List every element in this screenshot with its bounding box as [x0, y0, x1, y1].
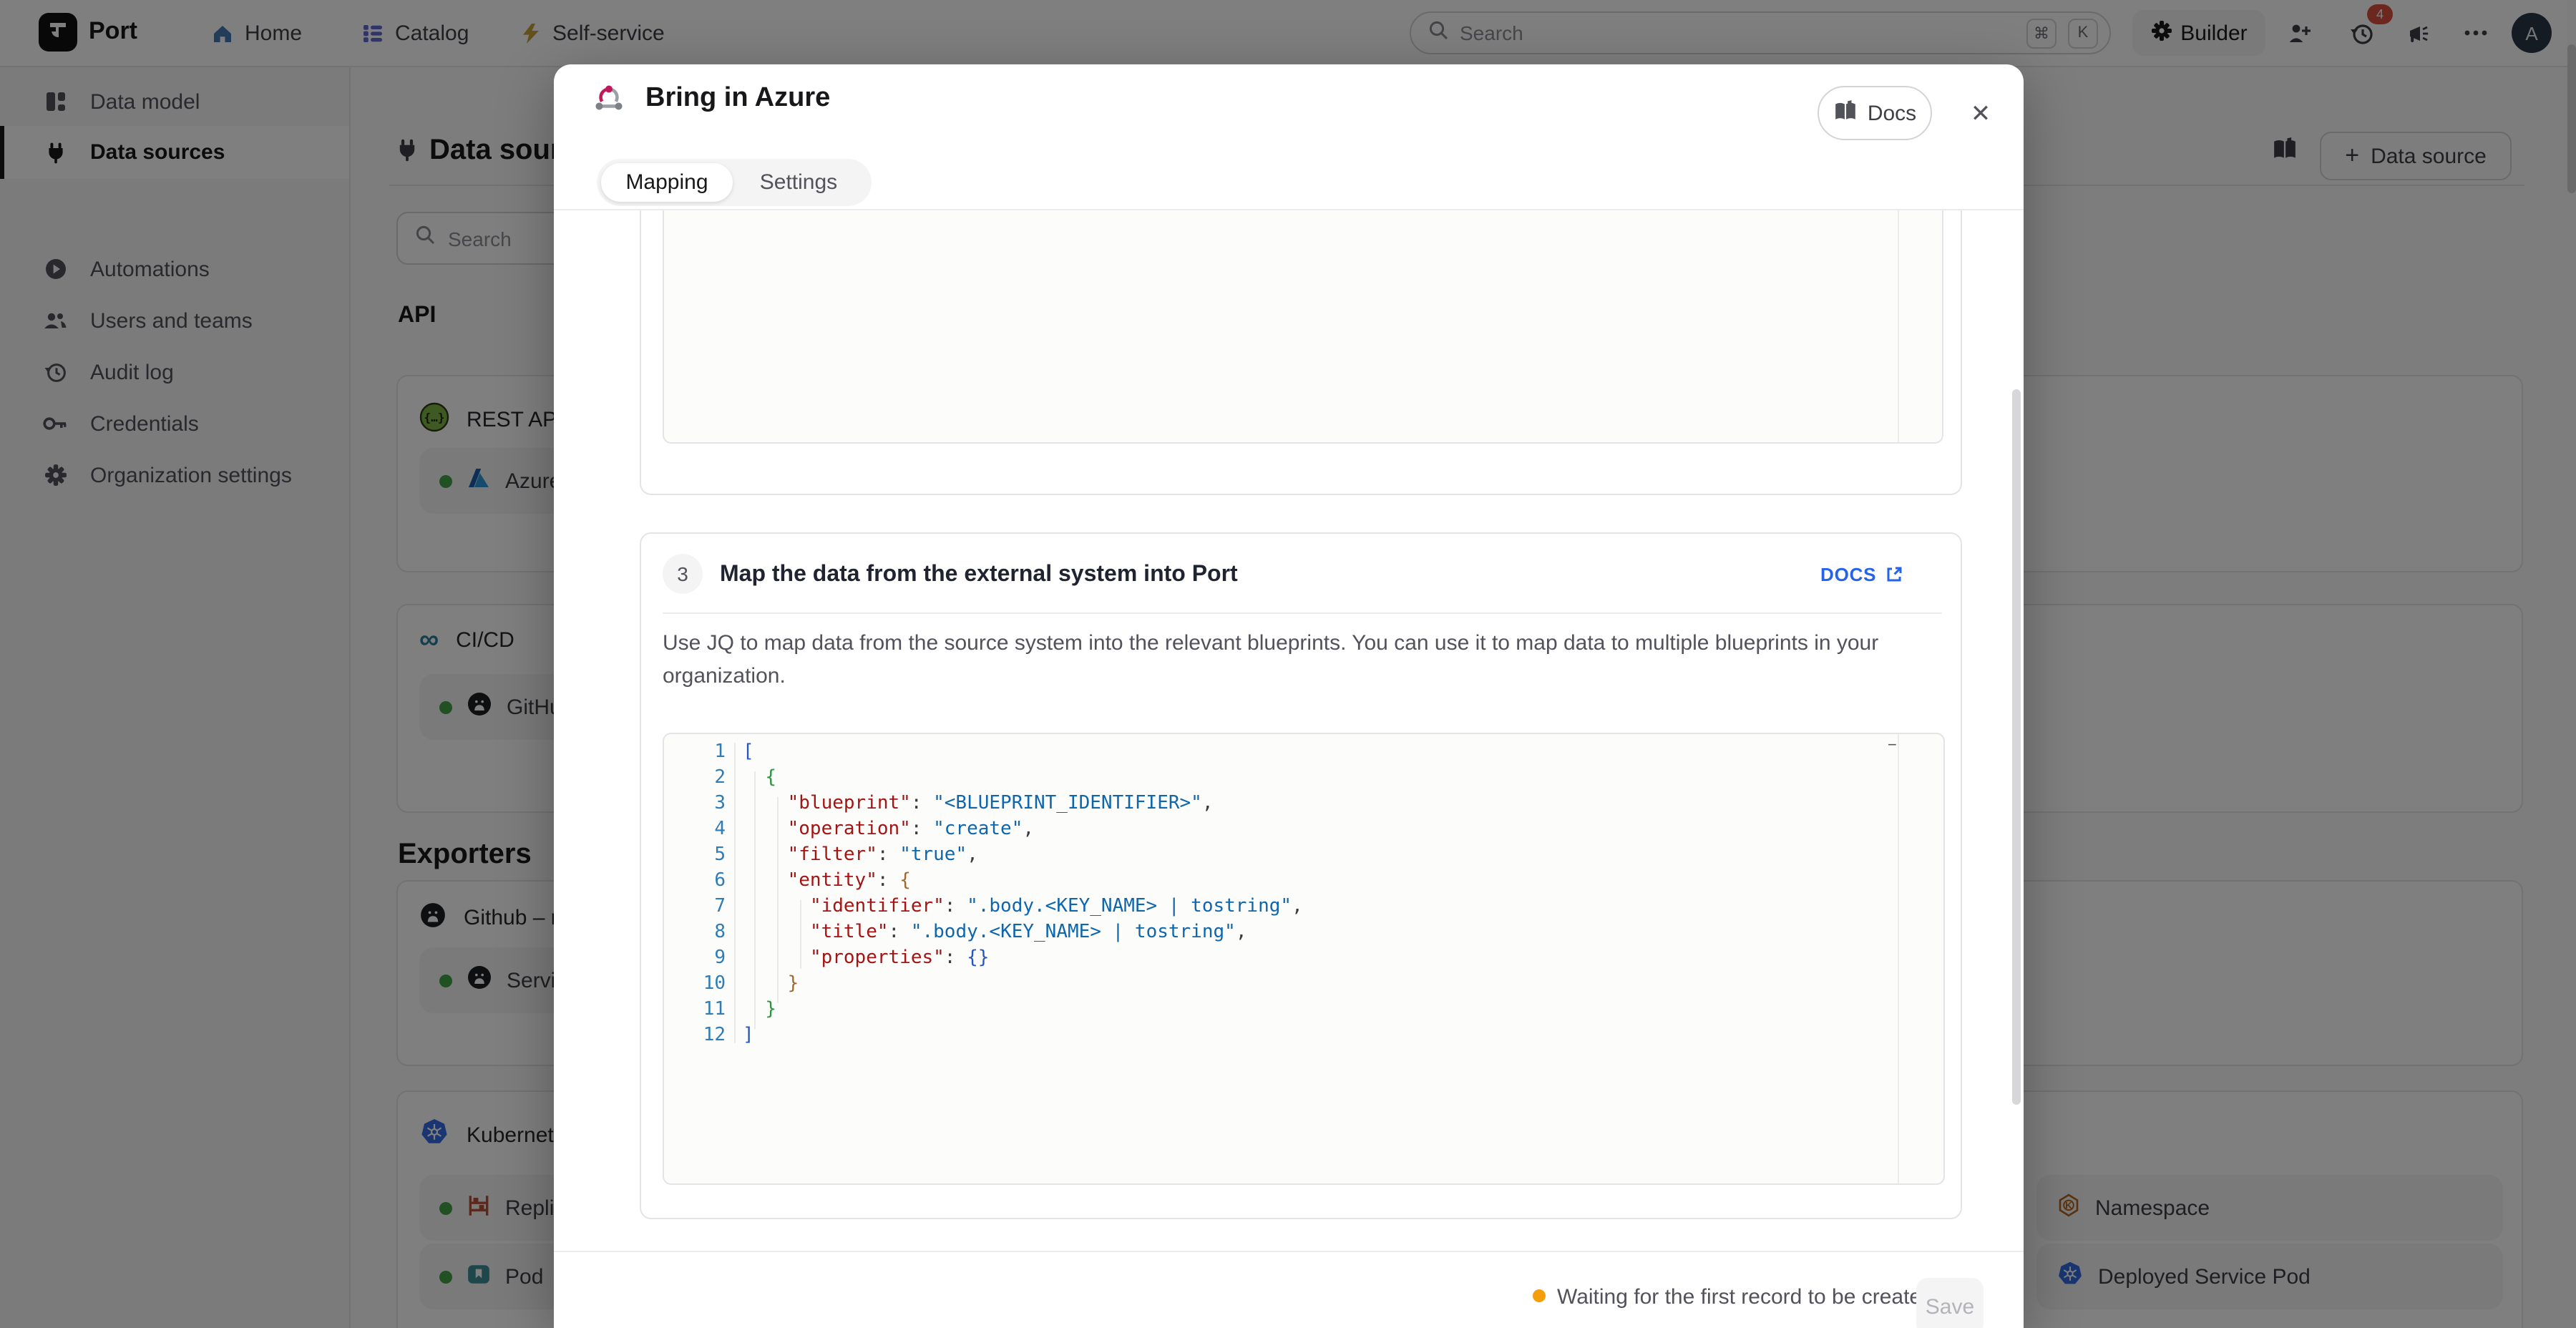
app-root: Port Home Catalog Self-service — [0, 0, 2576, 1328]
previous-step-card — [640, 210, 1962, 495]
tab-settings[interactable]: Settings — [733, 163, 864, 202]
bring-in-azure-modal: Bring in Azure Docs ✕ Mapping Settings 3… — [554, 64, 2024, 1328]
gutter-separator — [734, 743, 736, 1043]
fold-marker[interactable]: − — [1888, 737, 1897, 754]
footer-divider — [554, 1251, 2024, 1252]
step-divider — [663, 612, 1942, 614]
step-number: 3 — [663, 554, 703, 594]
webhook-icon — [591, 80, 627, 123]
step-3-card: 3 Map the data from the external system … — [640, 532, 1962, 1219]
modal-scrollbar-thumb[interactable] — [2012, 389, 2021, 1105]
status-dot-orange — [1533, 1289, 1546, 1302]
jq-editor-lines: [ { "blueprint": "<BLUEPRINT_IDENTIFIER>… — [743, 740, 1303, 1049]
editor-scroll-border — [1898, 210, 1899, 442]
footer-status-text: Waiting for the first record to be creat… — [1557, 1285, 1933, 1309]
modal-docs-button[interactable]: Docs — [1818, 86, 1932, 140]
modal-docs-label: Docs — [1868, 101, 1916, 125]
modal-title: Bring in Azure — [645, 83, 830, 114]
modal-tabs: Mapping Settings — [597, 159, 872, 206]
save-button[interactable]: Save — [1916, 1278, 1984, 1328]
step-description: Use JQ to map data from the source syste… — [663, 628, 1942, 693]
book-icon — [1833, 99, 1858, 127]
tab-mapping[interactable]: Mapping — [601, 163, 733, 202]
docs-link[interactable]: DOCS — [1820, 564, 1903, 585]
jq-mapping-editor[interactable]: 123456789101112 [ { "blueprint": "<BLUEP… — [663, 733, 1945, 1185]
external-link-icon — [1885, 565, 1903, 584]
previous-step-editor[interactable] — [663, 210, 1943, 444]
docs-link-label: DOCS — [1820, 564, 1876, 585]
editor-gutter: 123456789101112 — [664, 740, 726, 1049]
step-heading: Map the data from the external system in… — [720, 562, 1238, 588]
close-icon[interactable]: ✕ — [1963, 97, 1998, 132]
editor-scroll-border — [1898, 734, 1899, 1183]
